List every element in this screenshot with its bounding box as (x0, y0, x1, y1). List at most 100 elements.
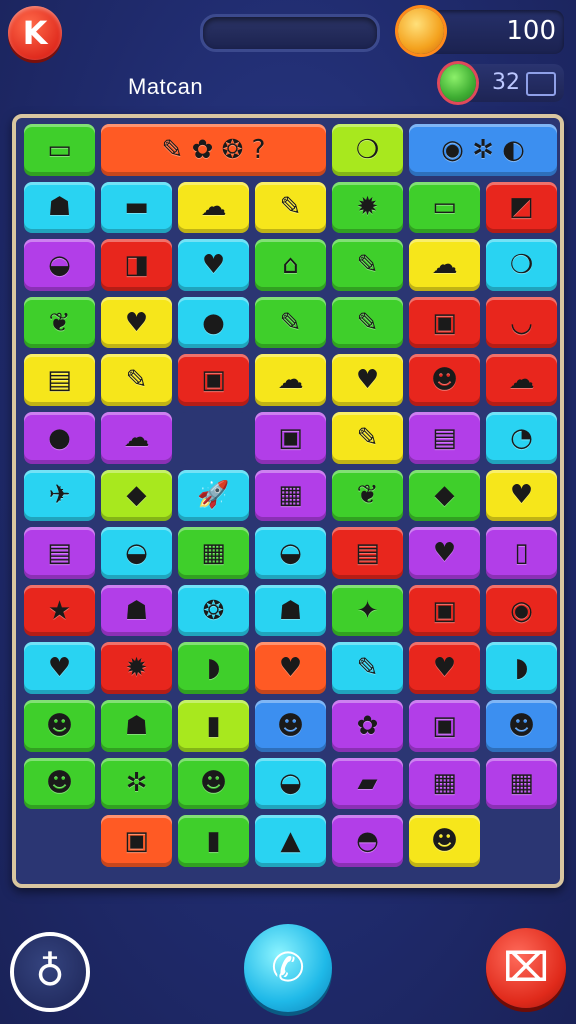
tile-icon: ● (48, 422, 71, 453)
game-tile[interactable]: ▬ (101, 181, 172, 234)
game-tile[interactable]: ▲ (255, 815, 326, 867)
game-tile[interactable]: ♥ (255, 642, 326, 694)
game-tile[interactable]: ◗ (178, 642, 249, 694)
shuffle-button[interactable]: ⌧ (486, 928, 566, 1008)
game-tile[interactable]: ☗ (101, 584, 172, 637)
game-tile[interactable]: ◡ (486, 296, 557, 349)
game-tile[interactable]: ☻ (255, 700, 326, 752)
game-tile[interactable]: ▭ (24, 124, 95, 176)
game-tile[interactable]: ❦ (24, 296, 95, 349)
game-tile[interactable]: ▤ (24, 354, 95, 406)
game-tile[interactable]: ♥ (486, 469, 557, 522)
game-tile[interactable]: ◉ (486, 584, 557, 637)
game-tile[interactable]: ✎ (332, 412, 403, 464)
game-tile[interactable]: ✎ (255, 181, 326, 234)
game-tile[interactable]: ▤ (24, 527, 95, 579)
game-tile[interactable]: ◗ (486, 642, 557, 694)
game-tile[interactable]: ▦ (409, 757, 480, 810)
game-tile[interactable]: ▦ (255, 469, 326, 522)
game-tile[interactable]: ◉ ✲ ◐ (409, 124, 557, 176)
tile-icon: ☻ (45, 768, 74, 799)
game-tile[interactable]: ❂ (178, 584, 249, 637)
game-tile[interactable]: ◒ (255, 757, 326, 810)
game-tile[interactable]: ● (178, 296, 249, 349)
game-tile[interactable]: ◆ (101, 469, 172, 522)
game-tile[interactable]: ▮ (178, 700, 249, 752)
game-tile[interactable]: 🚀 (178, 469, 249, 522)
game-tile[interactable]: ☁ (255, 354, 326, 406)
game-tile[interactable]: ☻ (409, 354, 480, 406)
game-tile[interactable]: ▦ (178, 527, 249, 579)
game-tile[interactable]: ☻ (486, 700, 557, 752)
tile-icon: ◒ (48, 249, 71, 280)
game-tile[interactable]: ◓ (332, 815, 403, 867)
game-tile[interactable]: ❦ (332, 469, 403, 522)
tile-icon: ☗ (278, 595, 303, 626)
call-button[interactable]: ✆ (244, 924, 332, 1012)
tile-icon: ✲ (125, 768, 148, 799)
game-tile[interactable]: ✎ (332, 296, 403, 349)
game-tile[interactable]: ☁ (409, 239, 480, 291)
game-tile[interactable]: ♥ (178, 239, 249, 291)
logo-button[interactable]: K (8, 6, 62, 60)
game-tile[interactable]: ▮ (178, 815, 249, 867)
game-tile[interactable]: ♥ (409, 642, 480, 694)
game-tile[interactable]: ▣ (409, 700, 480, 752)
game-tile[interactable]: ▤ (332, 527, 403, 579)
game-tile[interactable]: ◔ (486, 412, 557, 464)
game-tile[interactable]: ✎ ✿ ❂ ? (101, 124, 326, 176)
game-tile[interactable]: ⌂ (255, 239, 326, 291)
game-tile[interactable]: ✦ (332, 584, 403, 637)
game-tile[interactable]: ◩ (486, 181, 557, 234)
game-tile[interactable]: ❍ (332, 124, 403, 176)
game-tile[interactable] (178, 412, 249, 464)
game-tile[interactable]: ♥ (409, 527, 480, 579)
game-tile[interactable]: ◒ (101, 527, 172, 579)
game-tile[interactable]: ♥ (101, 296, 172, 349)
game-tile[interactable]: ☻ (178, 757, 249, 810)
tile-icon: ☻ (507, 710, 536, 741)
game-tile[interactable]: ▦ (486, 757, 557, 810)
game-tile[interactable]: ☻ (24, 700, 95, 752)
game-tile[interactable]: ♥ (332, 354, 403, 406)
game-tile[interactable]: ♥ (24, 642, 95, 694)
game-tile[interactable]: ☁ (178, 181, 249, 234)
game-tile[interactable]: ▤ (409, 412, 480, 464)
game-tile[interactable]: ◨ (101, 239, 172, 291)
game-tile[interactable]: ● (24, 412, 95, 464)
game-tile[interactable]: ☗ (101, 700, 172, 752)
game-tile[interactable]: ✿ (332, 700, 403, 752)
game-tile[interactable]: ✈ (24, 469, 95, 522)
game-tile[interactable]: ☗ (255, 584, 326, 637)
game-tile[interactable]: ☁ (486, 354, 557, 406)
game-tile[interactable]: ✹ (101, 642, 172, 694)
tile-icon: ▤ (355, 537, 380, 568)
game-tile[interactable]: ▯ (486, 527, 557, 579)
game-tile[interactable]: ❍ (486, 239, 557, 291)
game-tile[interactable]: ✹ (332, 181, 403, 234)
game-tile[interactable]: ☁ (101, 412, 172, 464)
game-tile[interactable]: ◒ (24, 239, 95, 291)
game-tile[interactable]: ▣ (409, 584, 480, 637)
game-tile[interactable]: ✎ (101, 354, 172, 406)
game-tile[interactable]: ◆ (409, 469, 480, 522)
game-tile[interactable]: ★ (24, 584, 95, 637)
game-tile[interactable]: ▣ (178, 354, 249, 406)
game-tile[interactable]: ◒ (255, 527, 326, 579)
game-tile[interactable]: ☗ (24, 181, 95, 234)
game-tile[interactable]: ▭ (409, 181, 480, 234)
game-tile[interactable]: ☻ (24, 757, 95, 810)
game-tile[interactable]: ▰ (332, 757, 403, 810)
game-tile[interactable]: ✎ (332, 642, 403, 694)
hint-button[interactable]: ♁ (10, 932, 90, 1012)
game-tile[interactable]: ✎ (255, 296, 326, 349)
tile-icon: ☻ (430, 825, 459, 856)
game-tile[interactable]: ▣ (255, 412, 326, 464)
game-tile[interactable]: ▣ (101, 815, 172, 867)
game-tile[interactable]: ✎ (332, 239, 403, 291)
game-tile[interactable]: ✲ (101, 757, 172, 810)
inventory-icon[interactable] (526, 72, 556, 96)
game-tile[interactable]: ☻ (409, 815, 480, 867)
game-tile[interactable]: ▣ (409, 296, 480, 349)
tile-icon: ☗ (124, 710, 149, 741)
